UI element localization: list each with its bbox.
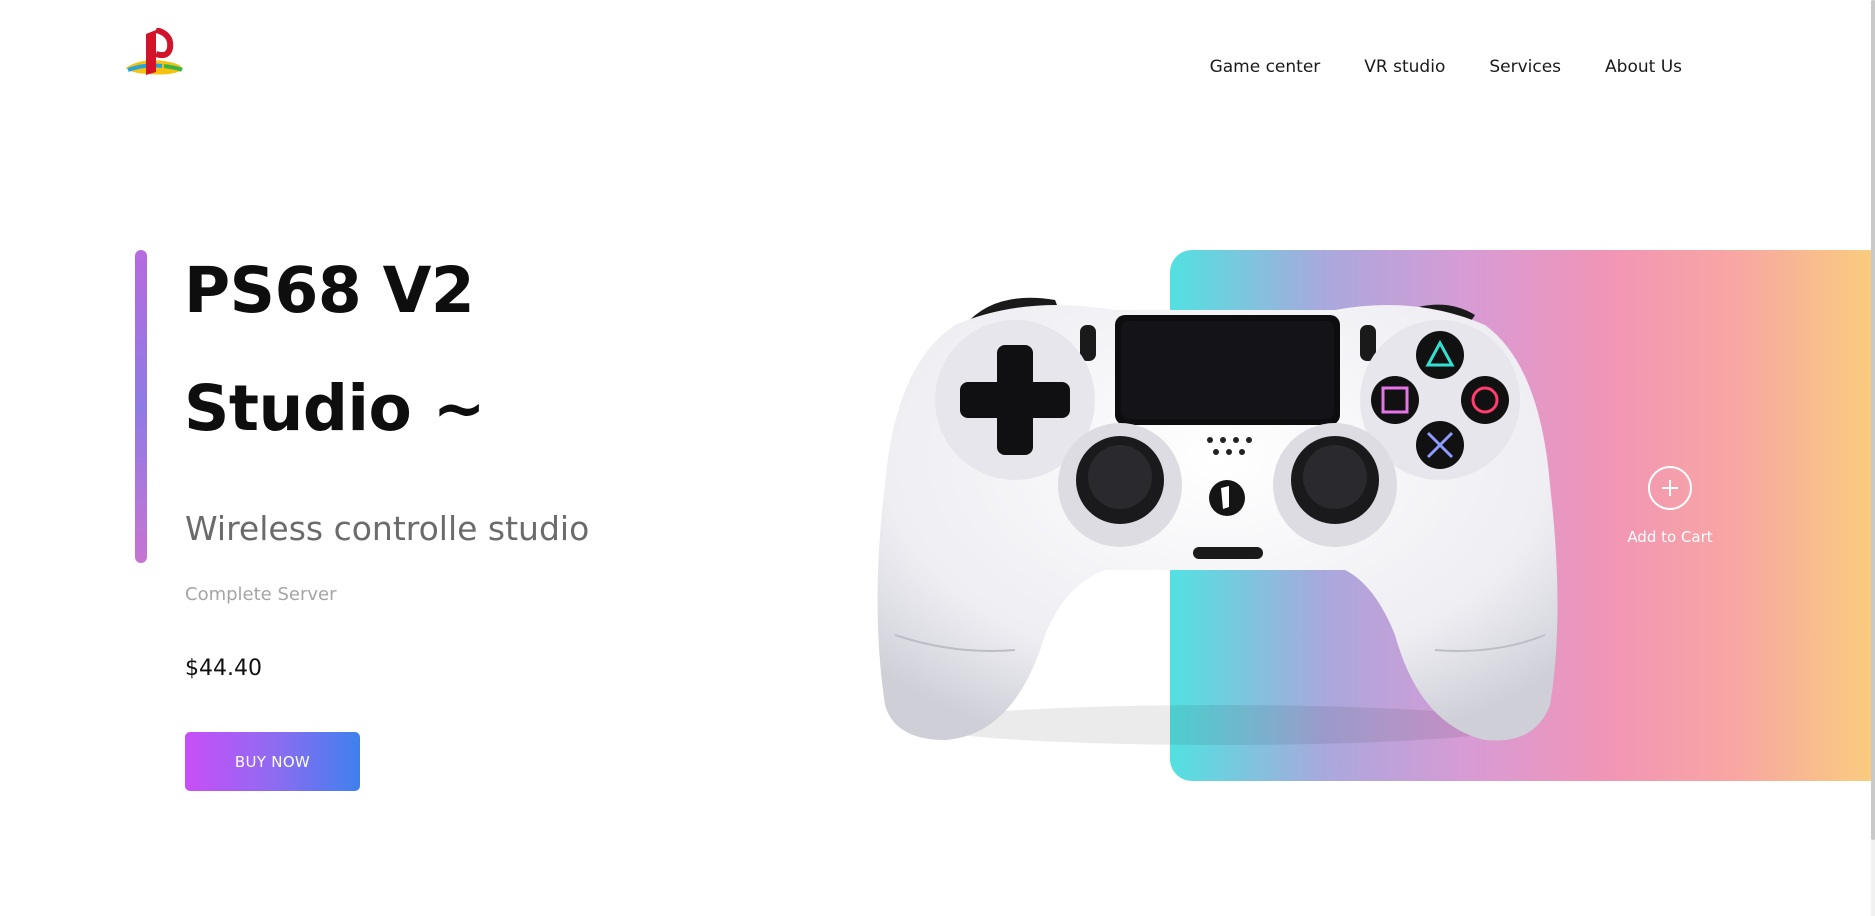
accent-bar (135, 250, 147, 563)
playstation-logo-icon[interactable] (124, 27, 188, 78)
plus-circle-icon[interactable] (1648, 466, 1692, 510)
add-to-cart-label: Add to Cart (1627, 528, 1713, 546)
scrollbar-thumb[interactable] (1871, 0, 1875, 840)
product-price: $44.40 (185, 656, 262, 681)
hero-title-line1: PS68 V2 (184, 254, 475, 327)
page-scrollbar[interactable] (1871, 0, 1875, 916)
nav-vr-studio[interactable]: VR studio (1364, 57, 1445, 77)
gamepad-controller-icon (877, 297, 1558, 745)
nav-about-us[interactable]: About Us (1605, 57, 1682, 77)
nav-services[interactable]: Services (1489, 57, 1561, 77)
buy-now-button[interactable]: BUY NOW (185, 732, 360, 791)
hero-subtitle: Wireless controlle studio (185, 509, 590, 548)
main-nav: Game center VR studio Services About Us (1210, 57, 1682, 77)
nav-game-center[interactable]: Game center (1210, 57, 1321, 77)
hero-tagline: Complete Server (185, 584, 337, 605)
hero-title-line2: Studio ~ (184, 372, 486, 445)
add-to-cart-button[interactable]: Add to Cart (1620, 466, 1720, 546)
